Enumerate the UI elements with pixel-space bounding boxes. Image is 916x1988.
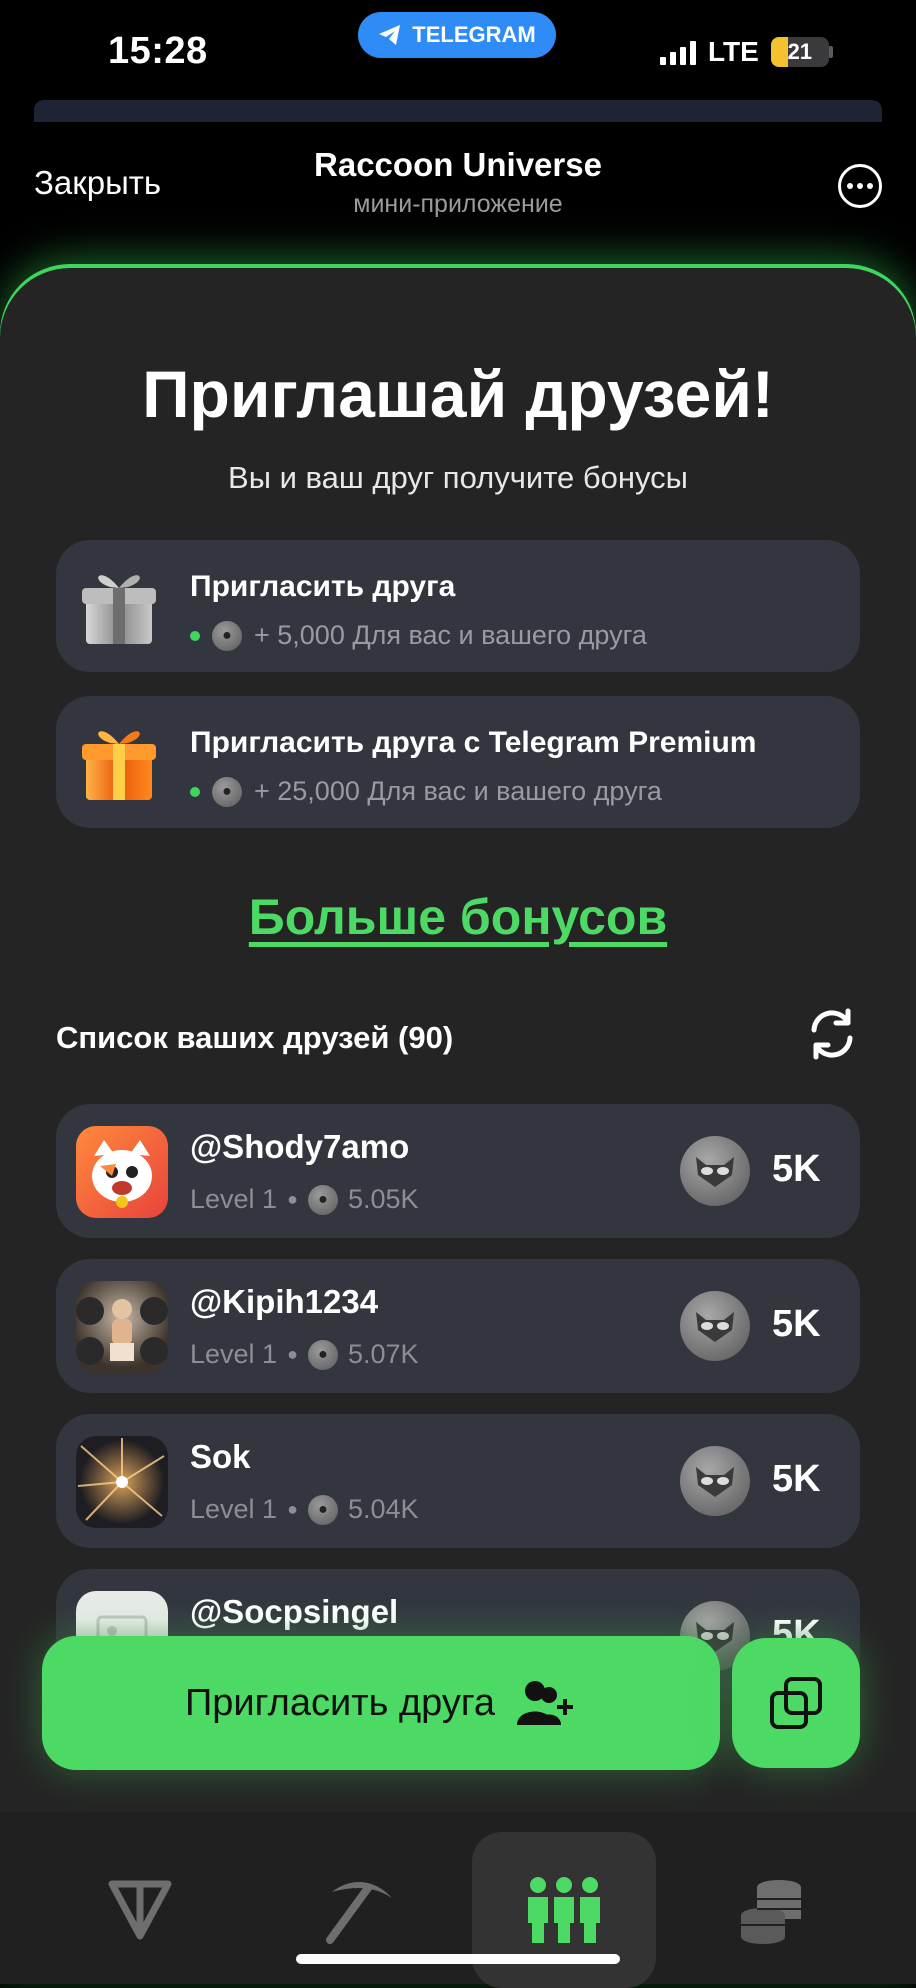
friend-reward: 5K <box>772 1303 821 1345</box>
copy-icon <box>770 1677 822 1729</box>
signal-icon <box>660 39 696 65</box>
add-user-icon <box>517 1681 574 1725</box>
friend-name: Sok <box>190 1438 251 1475</box>
friend-level: Level 1 <box>190 1339 278 1369</box>
friends-list-heading: Список ваших друзей (90) <box>56 1020 454 1055</box>
status-dot <box>190 630 200 641</box>
friend-reward: 5K <box>772 1458 821 1500</box>
copy-link-button[interactable] <box>732 1638 860 1768</box>
page-subtitle: Вы и ваш друг получите бонусы <box>228 460 688 495</box>
friend-meta: Level 1 ● ● 5.05K <box>190 1184 419 1215</box>
invite-friend-label: Пригласить друга <box>184 1681 496 1724</box>
raccoon-coin-icon <box>680 1446 750 1516</box>
tab-coins[interactable] <box>680 1832 864 1988</box>
avatar <box>76 1436 168 1528</box>
coins-icon <box>741 1880 801 1944</box>
friend-points: 5.05K <box>347 1184 419 1214</box>
raccoon-coin-icon: ● <box>307 1184 338 1215</box>
friend-name: @Shody7amo <box>190 1128 410 1165</box>
status-indicators: LTE 21 <box>660 36 833 68</box>
invite-card-title: Пригласить друга с Telegram Premium <box>190 726 757 759</box>
avatar <box>76 1281 168 1373</box>
friend-row[interactable]: @Shody7amo Level 1 ● ● 5.05K 5K <box>56 1104 860 1238</box>
invite-card-premium[interactable]: Пригласить друга с Telegram Premium ● + … <box>56 696 860 828</box>
invite-card-reward: + 5,000 Для вас и вашего друга <box>254 620 647 650</box>
telegram-icon <box>379 25 401 45</box>
friend-points: 5.07K <box>347 1339 419 1369</box>
invite-friend-button[interactable]: Пригласить друга <box>42 1636 720 1770</box>
friend-name: @Kipih1234 <box>190 1283 379 1320</box>
raccoon-coin-icon <box>680 1136 750 1206</box>
friend-level: Level 1 <box>190 1494 278 1524</box>
friends-icon <box>528 1877 600 1943</box>
raccoon-coin-icon: ● <box>212 776 242 807</box>
friend-points: 5.04K <box>347 1494 419 1524</box>
friend-row[interactable]: @Kipih1234 Level 1 ● ● 5.07K 5K <box>56 1259 860 1393</box>
pickaxe-icon <box>326 1881 392 1944</box>
battery-icon: 21 <box>770 37 829 67</box>
friend-meta: Level 1 ● ● 5.07K <box>190 1339 419 1370</box>
orange-gift-icon <box>82 731 156 800</box>
invite-card-reward: + 25,000 Для вас и вашего друга <box>254 776 662 806</box>
page-title: Приглашай друзей! <box>142 357 774 431</box>
app-subtitle: мини-приложение <box>353 190 563 218</box>
app-title: Raccoon Universe <box>314 146 602 183</box>
invite-card-reward-row: ● + 5,000 Для вас и вашего друга <box>190 620 647 651</box>
status-dot <box>190 786 200 797</box>
tab-friends[interactable] <box>472 1832 656 1988</box>
refresh-icon[interactable] <box>804 1006 860 1062</box>
more-bonuses-link[interactable]: Больше бонусов <box>0 888 916 946</box>
tab-mining[interactable] <box>268 1832 452 1988</box>
friend-reward: 5K <box>772 1148 821 1190</box>
friend-level: Level 1 <box>190 1184 278 1214</box>
friend-meta: Level 1 ● ● 5.04K <box>190 1494 419 1525</box>
network-type: LTE <box>708 36 759 67</box>
invite-card-regular[interactable]: Пригласить друга ● + 5,000 Для вас и ваш… <box>56 540 860 672</box>
telegram-pill[interactable]: TELEGRAM <box>358 12 556 58</box>
friend-row[interactable]: Sok Level 1 ● ● 5.04K 5K <box>56 1414 860 1548</box>
avatar <box>76 1126 168 1218</box>
status-time: 15:28 <box>108 30 208 72</box>
invite-card-reward-row: ● + 25,000 Для вас и вашего друга <box>190 776 662 807</box>
raccoon-coin-icon: ● <box>307 1339 338 1370</box>
top-sheet-edge <box>34 100 882 122</box>
telegram-pill-label: TELEGRAM <box>412 22 536 47</box>
tab-ton[interactable] <box>48 1832 232 1988</box>
silver-gift-icon <box>82 575 156 644</box>
home-indicator <box>296 1954 620 1964</box>
invite-card-title: Пригласить друга <box>190 570 456 603</box>
raccoon-coin-icon <box>680 1291 750 1361</box>
raccoon-coin-icon: ● <box>212 620 242 651</box>
battery-level: 21 <box>787 39 813 64</box>
raccoon-coin-icon: ● <box>307 1494 338 1525</box>
more-options-button[interactable] <box>838 164 882 208</box>
ton-icon <box>108 1880 172 1940</box>
